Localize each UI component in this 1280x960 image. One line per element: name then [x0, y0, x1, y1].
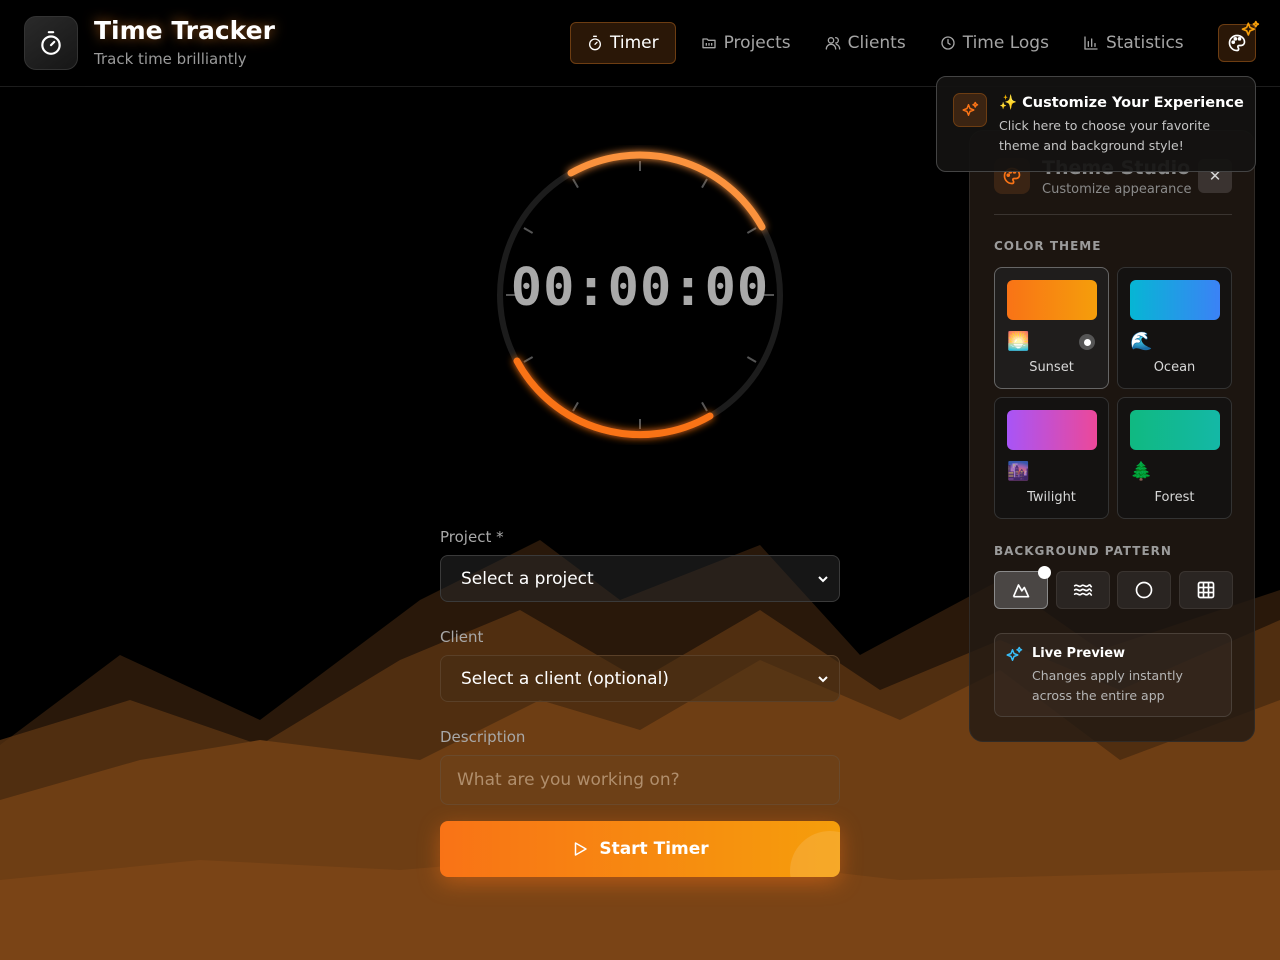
city-dusk-icon: 🌆	[1007, 461, 1030, 482]
theme-card-twilight[interactable]: 🌆 Twilight	[994, 397, 1109, 519]
nav-statistics-label: Statistics	[1105, 33, 1184, 53]
tree-icon: 🌲	[1130, 461, 1153, 482]
customize-tooltip[interactable]: ✨ Customize Your Experience Click here t…	[936, 76, 1256, 172]
tooltip-title: ✨ Customize Your Experience	[999, 95, 1244, 111]
nav-time-logs[interactable]: Time Logs	[923, 22, 1066, 64]
client-select[interactable]: Select a client (optional)	[440, 655, 840, 702]
nav-projects-label: Projects	[723, 33, 791, 53]
live-preview-description: Changes apply instantly across the entir…	[1032, 668, 1183, 703]
theme-name: Sunset	[1029, 360, 1074, 375]
folder-icon	[701, 38, 716, 49]
chevron-down-icon	[818, 575, 828, 582]
nav-projects[interactable]: Projects	[684, 22, 808, 64]
sparkle-icon	[1006, 646, 1023, 661]
start-timer-button[interactable]: Start Timer	[440, 821, 840, 877]
mountain-icon	[1012, 584, 1030, 598]
bar-chart-icon	[1084, 36, 1098, 50]
project-select-value: Select a project	[461, 568, 594, 589]
color-theme-label: COLOR THEME	[994, 239, 1102, 253]
timer-form: Project * Select a project Client Select…	[440, 528, 840, 877]
theme-swatch	[1130, 280, 1220, 320]
live-preview-box: Live Preview Changes apply instantly acr…	[994, 633, 1232, 717]
theme-swatch	[1130, 410, 1220, 450]
theme-name: Twilight	[1027, 490, 1076, 505]
play-icon	[575, 842, 588, 856]
theme-card-forest[interactable]: 🌲 Forest	[1117, 397, 1232, 519]
client-label: Client	[440, 628, 484, 646]
app-logo[interactable]	[24, 16, 78, 70]
users-icon	[825, 37, 840, 50]
sparkle-icon	[962, 101, 979, 116]
theme-swatch	[1007, 280, 1097, 320]
selected-indicator	[1079, 334, 1095, 350]
nav-time-logs-label: Time Logs	[962, 33, 1049, 53]
sparkle-icon	[1241, 20, 1260, 36]
panel-subtitle: Customize appearance	[1042, 182, 1192, 197]
app-header: Time Tracker Track time brilliantly Time…	[0, 0, 1280, 87]
theme-name: Ocean	[1153, 360, 1196, 375]
background-pattern-label: BACKGROUND PATTERN	[994, 544, 1172, 558]
theme-studio-panel: Theme Studio Customize appearance ✕ COLO…	[969, 130, 1255, 742]
tooltip-icon-box	[953, 93, 987, 127]
wave-icon: 🌊	[1130, 331, 1153, 352]
theme-name: Forest	[1154, 490, 1195, 505]
pattern-waves-button[interactable]	[1056, 571, 1110, 609]
waves-icon	[1073, 584, 1093, 596]
project-label: Project *	[440, 528, 504, 546]
description-input[interactable]: What are you working on?	[440, 755, 840, 805]
grid-icon	[1197, 581, 1215, 599]
circle-icon	[1135, 581, 1153, 599]
tooltip-description: Click here to choose your favorite theme…	[999, 118, 1211, 153]
client-select-value: Select a client (optional)	[461, 668, 669, 689]
stopwatch-icon	[589, 35, 601, 51]
nav-clients-label: Clients	[847, 33, 906, 53]
live-preview-title: Live Preview	[1032, 646, 1126, 661]
project-select[interactable]: Select a project	[440, 555, 840, 602]
theme-swatch	[1007, 410, 1097, 450]
chevron-down-icon	[818, 675, 828, 682]
start-timer-label: Start Timer	[599, 839, 709, 859]
pattern-selected-dot	[1038, 566, 1051, 579]
timer-display: 00:00:00	[510, 258, 770, 318]
nav-statistics[interactable]: Statistics	[1066, 22, 1201, 64]
panel-divider	[994, 214, 1232, 215]
nav-clients[interactable]: Clients	[808, 22, 923, 64]
stopwatch-icon	[41, 31, 61, 55]
theme-card-sunset[interactable]: 🌅 Sunset	[994, 267, 1109, 389]
clock-icon	[941, 36, 955, 50]
app-subtitle: Track time brilliantly	[94, 50, 247, 68]
pattern-grid-button[interactable]	[1179, 571, 1233, 609]
app-title: Time Tracker	[94, 16, 275, 45]
nav-timer[interactable]: Timer	[570, 22, 676, 64]
description-placeholder: What are you working on?	[457, 770, 680, 790]
main-nav: Timer Projects Clients Time Logs Statist…	[570, 22, 1201, 64]
theme-card-ocean[interactable]: 🌊 Ocean	[1117, 267, 1232, 389]
description-label: Description	[440, 728, 526, 746]
nav-timer-label: Timer	[610, 33, 659, 53]
pattern-circle-button[interactable]	[1117, 571, 1171, 609]
sunrise-icon: 🌅	[1007, 331, 1030, 352]
